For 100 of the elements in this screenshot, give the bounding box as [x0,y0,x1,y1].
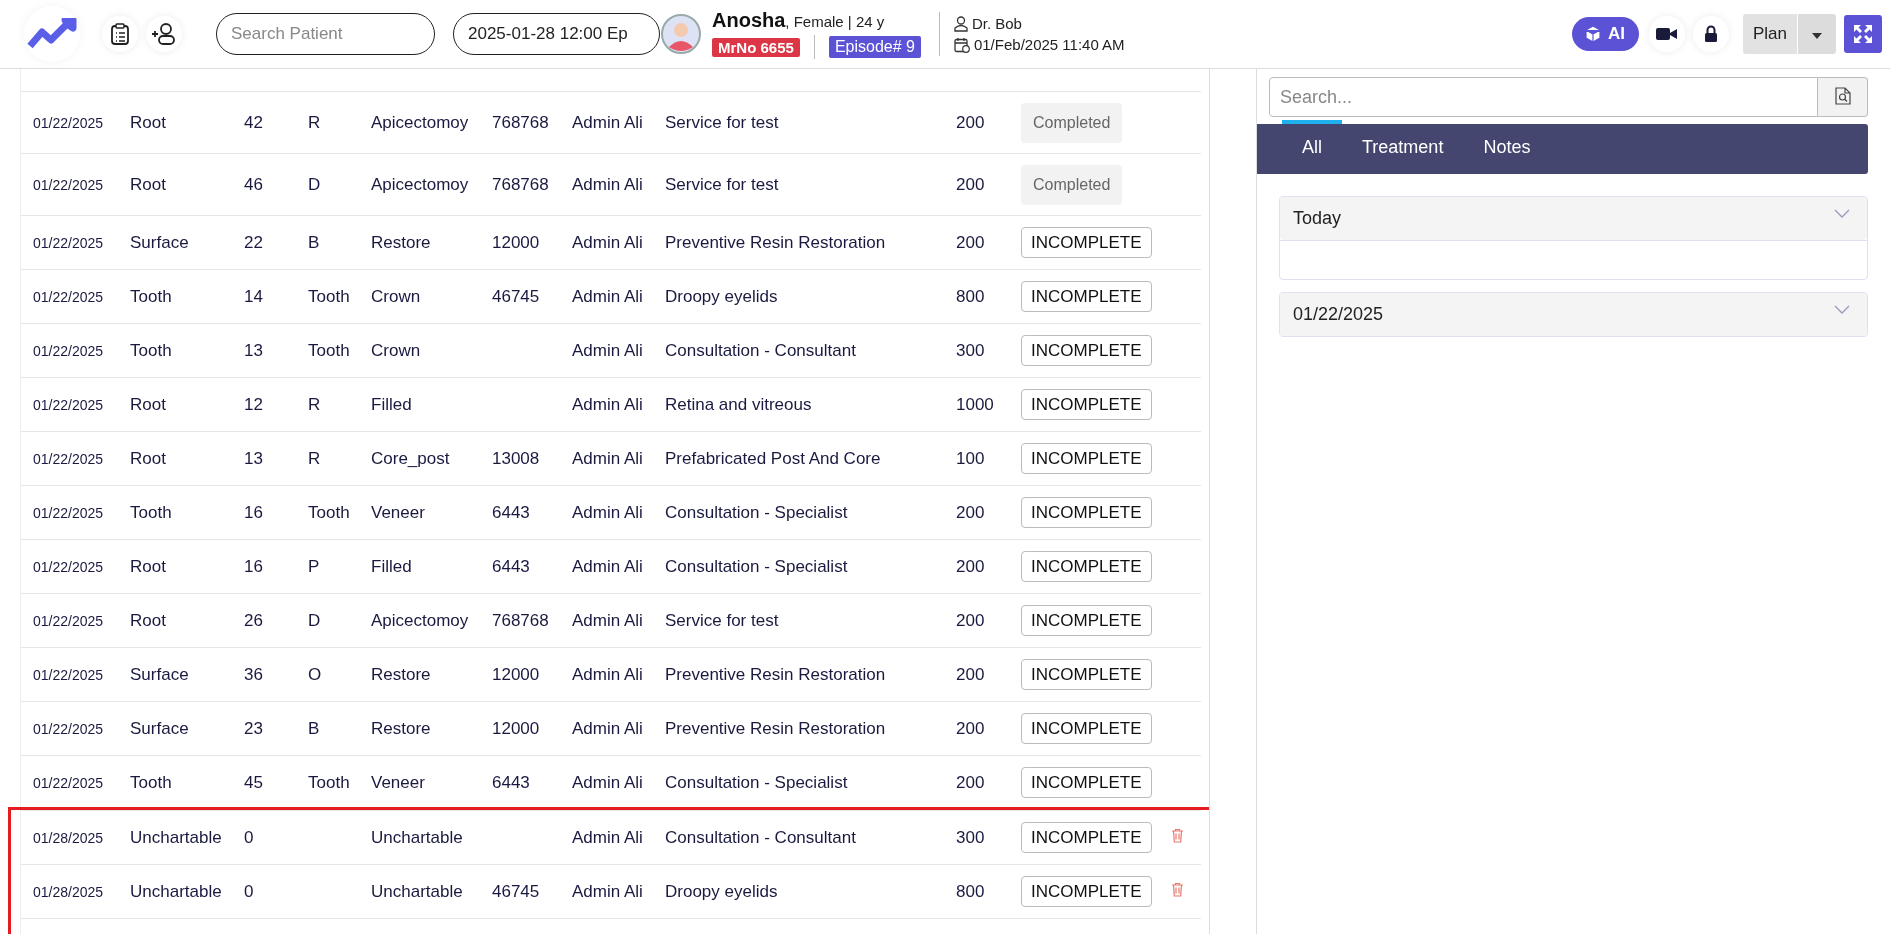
table-cell-text: 01/22/2025 [32,504,105,521]
table-cell-text: 46745 [492,286,541,307]
table-cell-text: 200 [956,556,986,577]
status-button[interactable]: INCOMPLETE [1021,876,1152,907]
table-cell-text: Tooth [130,772,173,793]
search-field[interactable]: Search Patient [216,13,435,55]
table-cell-text: 0 [244,827,255,848]
table-cell-text: 200 [956,232,986,253]
table-cell-text: 01/22/2025 [32,234,105,251]
accordion-header[interactable]: 01/22/2025 [1280,293,1867,336]
table-cell-text: 14 [244,286,264,307]
table-cell-text: 13 [244,340,264,361]
table-cell-text: 01/28/2025 [32,829,105,846]
table-cell-text: 0 [244,881,255,902]
file-search-icon [1834,86,1851,105]
table-cell-text: Admin Ali [572,772,644,793]
table-cell-text: Tooth [308,286,351,307]
status-button[interactable]: INCOMPLETE [1021,659,1152,690]
table-cell-text: Unchartable [130,827,223,848]
search-button[interactable] [1818,77,1868,117]
table-cell-text: Preventive Resin Restoration [665,664,887,685]
status-button[interactable]: INCOMPLETE [1021,767,1152,798]
table-cell-text: Root [130,174,167,195]
patient-details: , Female | 24 y [785,13,885,30]
caret-icon [1812,32,1822,39]
status-button[interactable]: INCOMPLETE [1021,822,1152,853]
status-button[interactable]: Completed [1021,102,1123,143]
table-cell-text: 01/22/2025 [32,396,105,413]
table-cell-text: Consultation - Consultant [665,340,857,361]
avatar-icon [660,13,702,55]
accordion-header[interactable]: Today [1280,197,1867,240]
table-cell-text: Root [130,610,167,631]
table-cell-text: Prefabricated Post And Core [665,448,882,469]
table-cell-text: 300 [956,340,986,361]
table-cell-text: 12000 [492,664,541,685]
table-cell-text: Tooth [308,772,351,793]
table-cell-text: R [308,394,322,415]
table-cell-text: Admin Ali [572,664,644,685]
tab[interactable]: All [1282,120,1342,170]
table-cell-text: 300 [956,827,986,848]
table-cell-text: 16 [244,502,264,523]
chevron-down-icon[interactable] [1834,305,1850,314]
table-cell-text: Tooth [130,340,173,361]
status-button[interactable]: INCOMPLETE [1021,227,1152,258]
table-cell-text: Root [130,556,167,577]
table-cell-text: Consultation - Consultant [665,827,857,848]
trash-icon[interactable] [1171,881,1184,897]
status-button[interactable]: INCOMPLETE [1021,551,1152,582]
episode-field[interactable]: 2025-01-28 12:00 Ep [453,13,660,55]
status-button[interactable]: INCOMPLETE [1021,713,1152,744]
table-cell-text: Crown [371,286,422,307]
tab[interactable]: Notes [1463,120,1551,170]
table-cell-text: Tooth [130,286,173,307]
table-cell-text: 45 [244,772,264,793]
table-cell-text: 200 [956,502,986,523]
status-button[interactable]: INCOMPLETE [1021,335,1152,366]
ai-button[interactable]: AI [1571,17,1639,51]
expand-icon [1852,23,1874,45]
dropdown-button[interactable] [1798,14,1836,54]
table-cell-text: Veneer [371,772,426,793]
table-cell-text: 768768 [492,112,550,133]
table-cell-text: 200 [956,664,986,685]
table-cell-text: Tooth [308,502,351,523]
table-cell-text: 13008 [492,448,541,469]
table-cell-text: Retina and vitreous [665,394,813,415]
status-button[interactable]: INCOMPLETE [1021,443,1152,474]
table-cell-text: Filled [371,556,413,577]
table-cell-text: 13 [244,448,264,469]
status-button[interactable]: INCOMPLETE [1021,389,1152,420]
table-cell-text: 01/22/2025 [32,288,105,305]
doctor-name: Dr. Bob [971,15,1022,32]
table-cell-text: Droopy eyelids [665,286,779,307]
table-cell-text: 12000 [492,232,541,253]
table-cell-text: Restore [371,232,432,253]
table-cell-text: Surface [130,664,190,685]
table-cell-text: Admin Ali [572,286,644,307]
table-cell-text: Droopy eyelids [665,881,779,902]
table-cell-text: Preventive Resin Restoration [665,232,887,253]
table-cell-text: Restore [371,664,432,685]
table-cell-text: Admin Ali [572,112,644,133]
trash-icon[interactable] [1171,827,1184,843]
table-cell-text: Root [130,448,167,469]
table-cell-text: 01/22/2025 [32,666,105,683]
search-field[interactable]: Search... [1269,77,1818,117]
table-cell-text: 01/22/2025 [32,342,105,359]
fullscreen-button[interactable] [1844,15,1882,53]
status-button[interactable]: INCOMPLETE [1021,497,1152,528]
table-cell-text: 23 [244,718,264,739]
table-cell-text: Unchartable [371,827,464,848]
tab[interactable]: Treatment [1342,120,1464,170]
status-button[interactable]: INCOMPLETE [1021,605,1152,636]
status-button[interactable]: INCOMPLETE [1021,281,1152,312]
calendar-icon [953,36,970,53]
table-cell-text: 100 [956,448,986,469]
plan-button[interactable]: Plan [1742,14,1797,54]
table-cell-text: Restore [371,718,432,739]
status-button[interactable]: Completed [1021,164,1123,205]
chevron-down-icon[interactable] [1834,209,1850,218]
table-cell-text: Admin Ali [572,827,644,848]
table-cell-text: Preventive Resin Restoration [665,718,887,739]
